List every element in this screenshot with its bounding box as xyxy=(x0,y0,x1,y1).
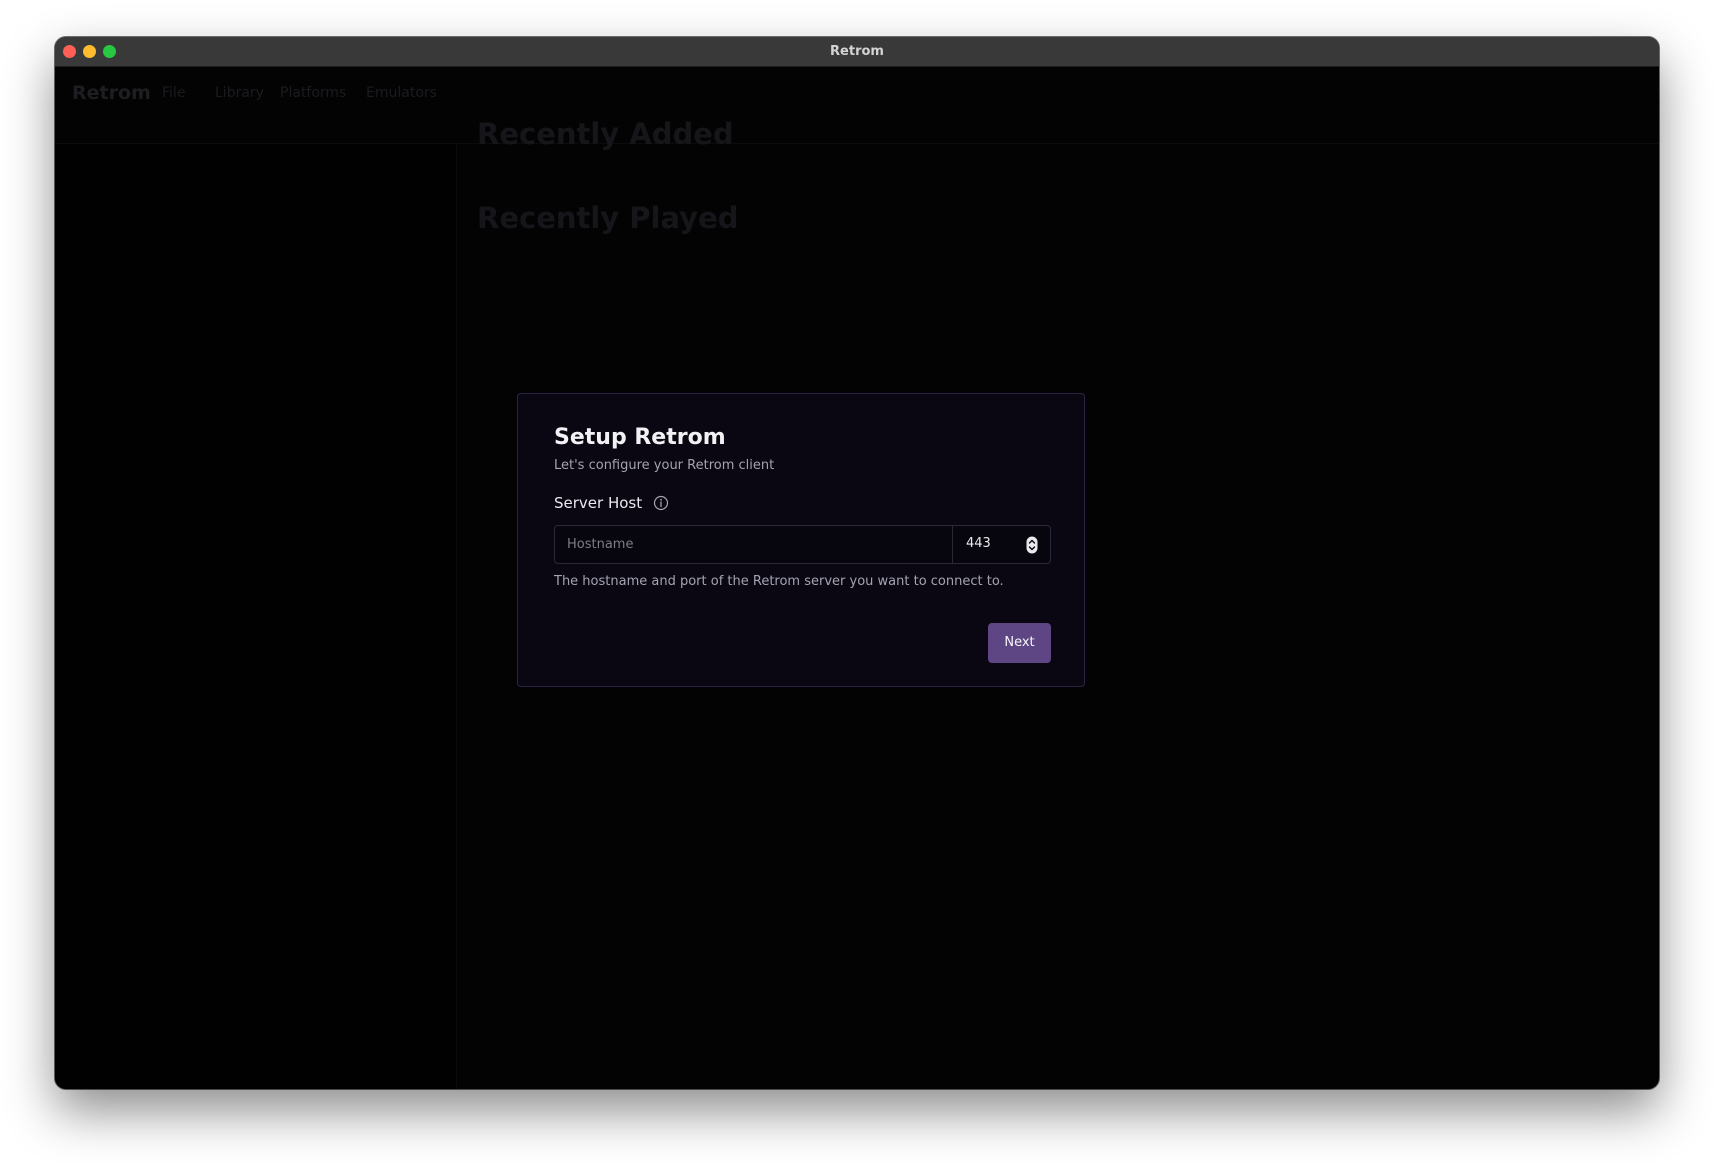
next-button[interactable]: Next xyxy=(988,623,1051,663)
info-circle-icon[interactable] xyxy=(653,495,669,511)
window-title: Retrom xyxy=(830,44,884,59)
dialog-title: Setup Retrom xyxy=(554,425,726,450)
title-bar: Retrom xyxy=(55,37,1659,67)
hostname-input[interactable] xyxy=(555,526,952,563)
port-input[interactable]: 443 xyxy=(966,536,991,551)
dialog-subtitle: Let's configure your Retrom client xyxy=(554,458,775,473)
server-host-input-group: 443 xyxy=(554,525,1051,564)
server-host-label: Server Host xyxy=(554,494,643,512)
up-down-chevron-icon[interactable] xyxy=(1026,536,1038,554)
port-divider xyxy=(952,526,953,563)
setup-dialog: Setup Retrom Let's configure your Retrom… xyxy=(517,393,1085,687)
server-host-helper-text: The hostname and port of the Retrom serv… xyxy=(554,574,1004,589)
